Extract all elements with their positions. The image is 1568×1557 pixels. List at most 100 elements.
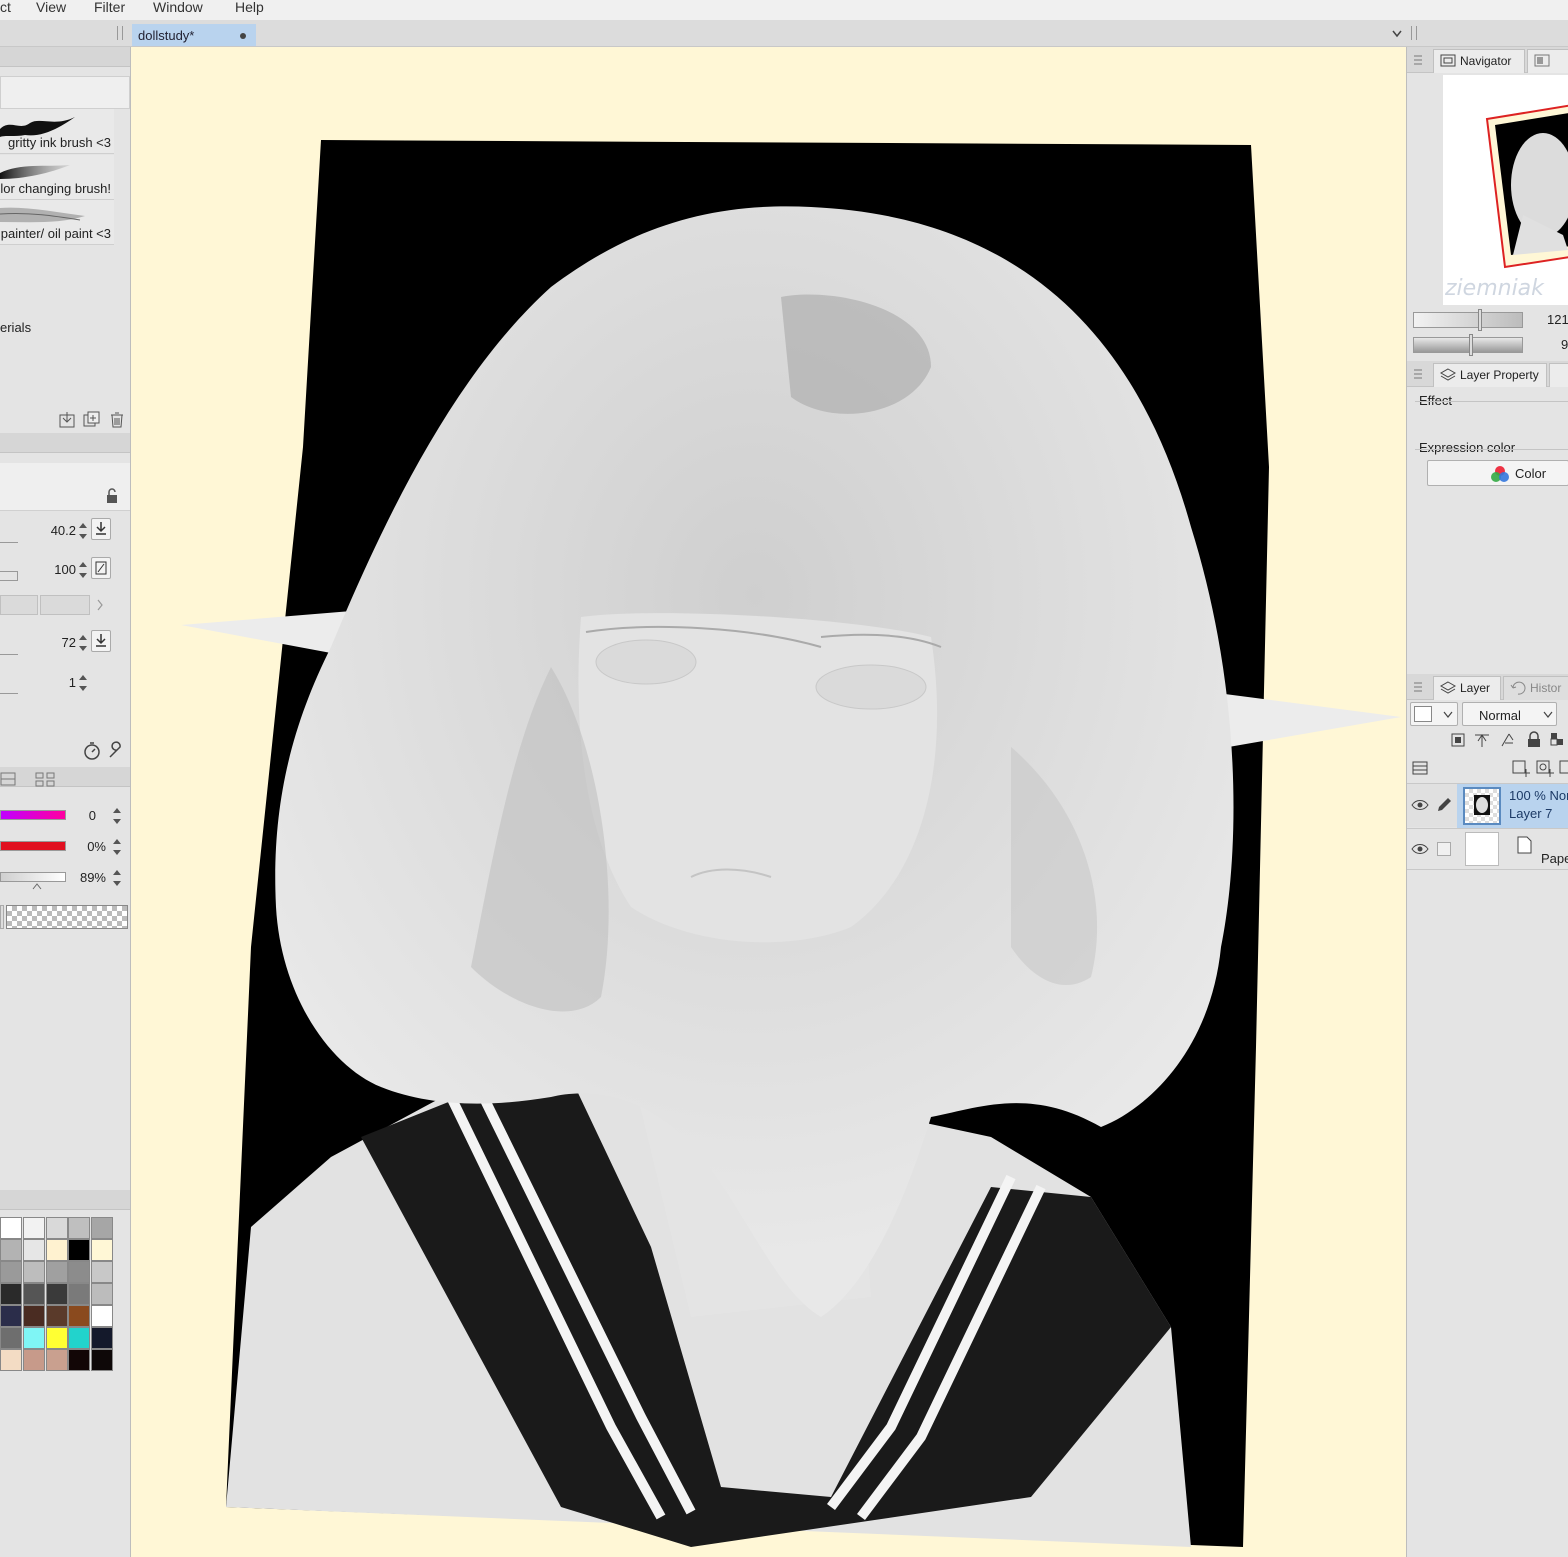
- setting-slider[interactable]: [0, 651, 18, 655]
- reference-layer-icon[interactable]: [1473, 731, 1491, 749]
- blend-setting-box[interactable]: [0, 595, 38, 615]
- layer-list-icon[interactable]: [1411, 759, 1429, 777]
- brush-item-color-changing[interactable]: lor changing brush!: [0, 155, 114, 200]
- palette-swatch[interactable]: [45, 1217, 68, 1239]
- pen-edit-icon[interactable]: [1435, 796, 1453, 814]
- palette-swatch[interactable]: [45, 1305, 68, 1327]
- hue-value[interactable]: 0: [60, 808, 96, 823]
- tab-layer[interactable]: Layer: [1433, 676, 1501, 700]
- spin-arrows-icon[interactable]: [78, 522, 88, 540]
- chevron-down-icon[interactable]: [1392, 30, 1402, 38]
- saturation-slider[interactable]: [0, 841, 66, 851]
- setting-pressure-button[interactable]: [91, 630, 111, 652]
- menu-filter[interactable]: Filter: [94, 0, 125, 14]
- palette-swatch[interactable]: [68, 1327, 91, 1349]
- zoom-slider-thumb[interactable]: [1478, 309, 1482, 331]
- palette-swatch[interactable]: [22, 1217, 45, 1239]
- brush-item-gritty-ink[interactable]: gritty ink brush <3: [0, 109, 114, 154]
- transparent-color-box[interactable]: [6, 905, 128, 929]
- opacity-value[interactable]: 100: [30, 562, 76, 577]
- palette-swatch[interactable]: [22, 1283, 45, 1305]
- palette-swatch[interactable]: [91, 1217, 114, 1239]
- saturation-value[interactable]: 0%: [60, 839, 106, 854]
- palette-swatch[interactable]: [68, 1217, 91, 1239]
- palette-swatch[interactable]: [45, 1349, 68, 1371]
- spin-arrows-icon[interactable]: [78, 634, 88, 652]
- palette-swatch[interactable]: [45, 1327, 68, 1349]
- spin-arrows-icon[interactable]: [78, 561, 88, 579]
- hue-slider[interactable]: [0, 810, 66, 820]
- layer-row[interactable]: Pape: [1407, 828, 1568, 870]
- duplicate-brush-icon[interactable]: [83, 411, 101, 429]
- menu-view[interactable]: View: [36, 0, 66, 14]
- layer-checkbox[interactable]: [1437, 842, 1451, 856]
- main-color-box[interactable]: [0, 905, 4, 929]
- brush-group-bar[interactable]: [0, 76, 130, 109]
- lock-icon[interactable]: [1525, 731, 1543, 749]
- palette-swatch[interactable]: [45, 1283, 68, 1305]
- palette-swatch[interactable]: [0, 1239, 22, 1261]
- palette-swatch[interactable]: [22, 1349, 45, 1371]
- palette-swatch[interactable]: [22, 1305, 45, 1327]
- panel-menu-icon[interactable]: [1413, 367, 1423, 381]
- palette-swatch[interactable]: [91, 1239, 114, 1261]
- panel-menu-icon[interactable]: [1413, 53, 1423, 67]
- delete-brush-icon[interactable]: [108, 411, 126, 429]
- unlock-icon[interactable]: [104, 488, 120, 504]
- menu-window[interactable]: Window: [153, 0, 203, 14]
- stopwatch-icon[interactable]: [82, 741, 102, 761]
- panel-menu-icon[interactable]: [1413, 680, 1423, 694]
- palette-swatch[interactable]: [91, 1305, 114, 1327]
- tab-extra[interactable]: [1549, 363, 1568, 387]
- wrench-icon[interactable]: [106, 741, 126, 761]
- palette-swatch[interactable]: [68, 1305, 91, 1327]
- panel-grip-icon[interactable]: [1411, 26, 1417, 40]
- palette-swatch[interactable]: [22, 1327, 45, 1349]
- new-raster-layer-icon[interactable]: [1511, 759, 1531, 777]
- spin-arrows-icon[interactable]: [78, 674, 88, 692]
- spin-arrows-icon[interactable]: [112, 838, 122, 856]
- palette-swatch[interactable]: [22, 1261, 45, 1283]
- palette-swatch[interactable]: [91, 1283, 114, 1305]
- blend-mode-select[interactable]: Normal: [1462, 702, 1557, 726]
- palette-swatch[interactable]: [22, 1239, 45, 1261]
- brush-item-oil-paint[interactable]: painter/ oil paint <3: [0, 200, 114, 245]
- palette-swatch[interactable]: [0, 1283, 22, 1305]
- tab-navigator[interactable]: Navigator: [1433, 49, 1525, 73]
- color-set-tab-icon[interactable]: [34, 771, 56, 787]
- zoom-value[interactable]: 121: [1547, 312, 1568, 327]
- brush-size-value[interactable]: 40.2: [30, 523, 76, 538]
- chevron-right-icon[interactable]: [96, 599, 104, 611]
- setting-value[interactable]: 1: [30, 675, 76, 690]
- rotation-slider[interactable]: [1413, 337, 1523, 353]
- palette-swatch[interactable]: [45, 1239, 68, 1261]
- rotation-value[interactable]: 9: [1561, 337, 1568, 352]
- setting-value[interactable]: 72: [30, 635, 76, 650]
- menu-help[interactable]: Help: [235, 0, 264, 14]
- palette-swatch[interactable]: [0, 1217, 22, 1239]
- spin-arrows-icon[interactable]: [112, 807, 122, 825]
- palette-swatch[interactable]: [0, 1349, 22, 1371]
- tab-layer-property[interactable]: Layer Property: [1433, 363, 1547, 387]
- tab-subview[interactable]: [1527, 49, 1568, 73]
- panel-grip-icon[interactable]: [117, 26, 123, 40]
- draft-layer-icon[interactable]: [1499, 731, 1517, 749]
- rotation-slider-thumb[interactable]: [1469, 334, 1473, 356]
- canvas-area[interactable]: [131, 47, 1406, 1557]
- palette-swatch[interactable]: [0, 1305, 22, 1327]
- eye-icon[interactable]: [1411, 798, 1429, 812]
- palette-swatch[interactable]: [0, 1327, 22, 1349]
- lock-transparent-icon[interactable]: [1549, 731, 1567, 749]
- color-slider-tab-icon[interactable]: [0, 771, 18, 787]
- import-brush-icon[interactable]: [58, 411, 76, 429]
- palette-swatch[interactable]: [68, 1283, 91, 1305]
- size-slider[interactable]: [0, 539, 18, 543]
- materials-label[interactable]: erials: [0, 320, 31, 335]
- opacity-slider[interactable]: [0, 571, 18, 581]
- blend-setting-box[interactable]: [40, 595, 90, 615]
- layer-row[interactable]: 100 % Nor Layer 7: [1407, 783, 1568, 828]
- palette-swatch[interactable]: [91, 1349, 114, 1371]
- palette-swatch[interactable]: [91, 1327, 114, 1349]
- palette-swatch[interactable]: [68, 1349, 91, 1371]
- palette-swatch[interactable]: [91, 1261, 114, 1283]
